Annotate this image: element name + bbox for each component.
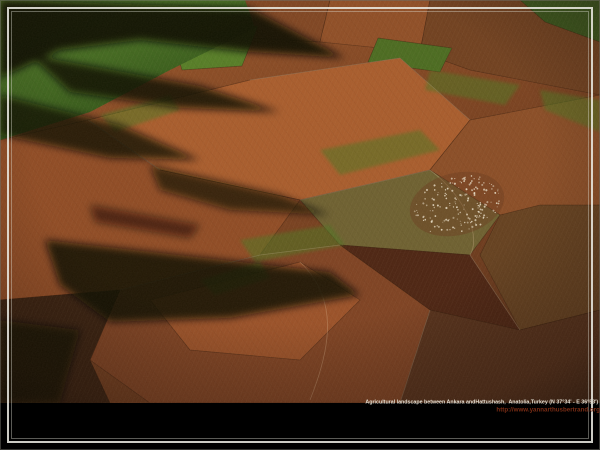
aerial-photo (0, 0, 600, 403)
film-grain (0, 0, 600, 403)
caption-bar: Agricultural landscape between Ankara an… (178, 400, 598, 420)
wallpaper: Agricultural landscape between Ankara an… (0, 0, 600, 450)
aerial-photo-canvas (0, 0, 600, 403)
photo-caption: Agricultural landscape between Ankara an… (365, 400, 598, 405)
photographer-url: http://www.yannarthusbertrand.org (497, 407, 600, 413)
